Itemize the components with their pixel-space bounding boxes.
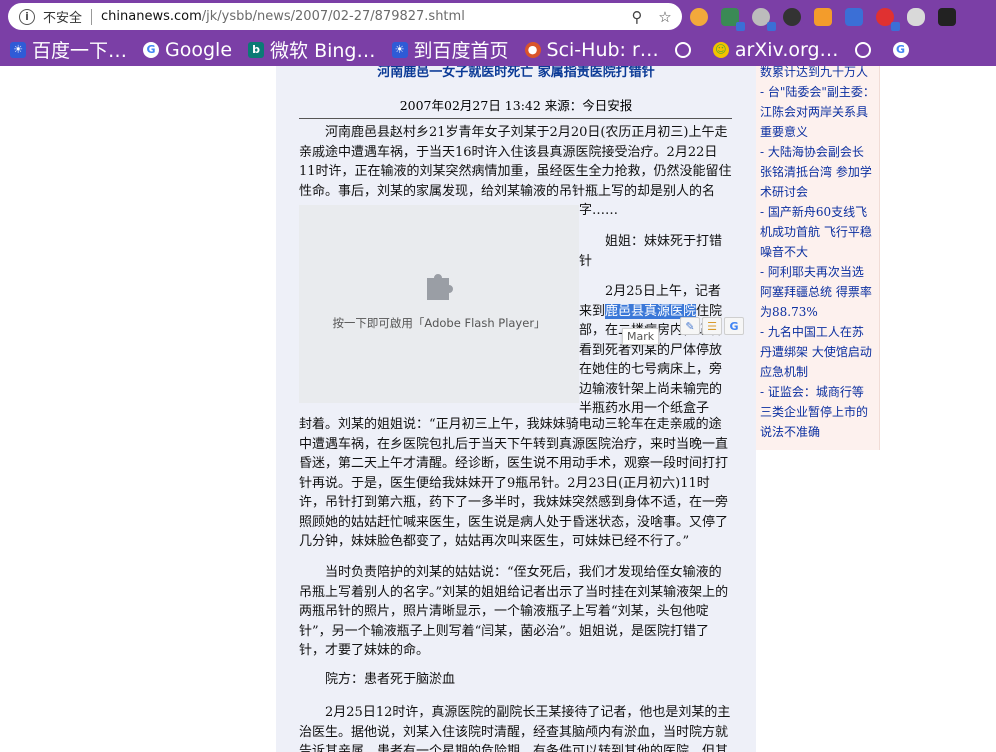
flash-enable-label: 按一下即可啟用「Adobe Flash Player」: [332, 316, 546, 330]
extensions-bar: [690, 4, 969, 31]
page-content: 河南鹿邑一女子就医时死亡 家属指责医院打错针 2007年02月27日 13:42…: [0, 66, 996, 752]
bing-icon: b: [248, 41, 265, 58]
grey-extension-icon[interactable]: [752, 8, 776, 31]
bookmarks-bar: ☀ 百度一下… G Google b 微软 Bing… ☀ 到百度首页 ● Sc…: [0, 33, 996, 66]
baidu-icon: ☀: [10, 41, 26, 58]
security-label[interactable]: 不安全: [43, 7, 82, 26]
google-icon: G: [143, 41, 160, 58]
bookmark-google[interactable]: G Google: [143, 39, 232, 61]
google-icon: G: [892, 41, 909, 58]
news-link[interactable]: - 证监会：城商行等三类企业暂停上市的说法不准确: [756, 382, 879, 442]
bookmark-globe-2[interactable]: [854, 41, 877, 58]
subhead-sister: 姐姐：妹妹死于打错针: [579, 234, 723, 269]
news-link[interactable]: - 九名中国工人在苏丹遭绑架 大使馆启动应急机制: [756, 322, 879, 382]
blue-extension-icon[interactable]: [845, 8, 863, 26]
paragraph-intro-tail: 字……: [579, 203, 619, 218]
browser-toolbar: i 不安全 chinanews.com/jk/ysbb/news/2007/02…: [0, 0, 996, 33]
subhead-hospital: 院方：患者死于脑淤血: [325, 672, 456, 687]
article-headline: 河南鹿邑一女子就医时死亡 家属指责医院打错针: [377, 66, 655, 80]
red-extension-icon[interactable]: [876, 8, 900, 31]
paragraph-aunt: 当时负责陪护的刘某的姑姑说：“侄女死后，我们才发现给侄女输液的吊瓶上写着别人的名…: [299, 565, 729, 658]
glasses-extension-icon[interactable]: [938, 8, 956, 26]
news-link[interactable]: 数累计达到九十万人: [756, 66, 879, 82]
article-meta: 2007年02月27日 13:42 来源：今日安报: [399, 98, 633, 113]
arxiv-icon: ☺: [712, 41, 729, 58]
plugin-puzzle-icon: [427, 274, 453, 300]
url-path: /jk/ysbb/news/2007/02-27/879827.shtml: [201, 9, 465, 24]
orange-extension-icon[interactable]: [814, 8, 832, 26]
news-link[interactable]: - 台"陆委会"副主委：江陈会对两岸关系具重要意义: [756, 82, 879, 142]
bookmark-globe[interactable]: [674, 41, 697, 58]
address-bar[interactable]: i 不安全 chinanews.com/jk/ysbb/news/2007/02…: [8, 3, 682, 30]
bookmark-google-2[interactable]: G: [892, 41, 915, 58]
bookmark-star-icon[interactable]: ☆: [654, 6, 676, 28]
selection-toolbar: ✎ ☰ G: [680, 317, 746, 335]
paragraph-sister-account: 封着。刘某的姐姐说：“正月初三上午，我妹妹骑电动三轮车在走亲戚的途中遭遇车祸，在…: [299, 417, 729, 549]
zoom-icon[interactable]: ⚲: [626, 6, 648, 28]
omnibox-divider: [91, 8, 93, 25]
comment-icon[interactable]: ☰: [702, 317, 722, 335]
flash-plugin-placeholder[interactable]: 按一下即可啟用「Adobe Flash Player」: [299, 205, 579, 403]
bookmark-arxiv[interactable]: ☺ arXiv.org…: [712, 39, 839, 61]
lightbulb-extension-icon[interactable]: [690, 8, 708, 26]
info-icon[interactable]: i: [19, 8, 35, 25]
globe-icon: [674, 41, 691, 58]
baidu-icon: ☀: [391, 41, 408, 58]
news-link[interactable]: - 大陆海协会副会长张铭清抵台湾 参加学术研讨会: [756, 142, 879, 202]
article: 河南鹿邑一女子就医时死亡 家属指责医院打错针 2007年02月27日 13:42…: [276, 66, 756, 752]
cloud-extension-icon[interactable]: [907, 8, 925, 26]
circle-c-extension-icon[interactable]: [783, 8, 801, 26]
pencil-icon[interactable]: ✎: [680, 317, 700, 335]
globe-icon: [854, 41, 871, 58]
paragraph-intro: 河南鹿邑县赵村乡21岁青年女子刘某于2月20日(农历正月初三)上午走亲戚途中遭遇…: [299, 125, 732, 199]
bookmark-baidu-home[interactable]: ☀ 到百度首页: [391, 36, 509, 63]
related-news-sidebar: 数累计达到九十万人 - 台"陆委会"副主委：江陈会对两岸关系具重要意义 - 大陆…: [756, 66, 880, 450]
bookmark-baidu[interactable]: ☀ 百度一下…: [10, 36, 127, 63]
mark-tooltip: Mark: [622, 328, 660, 345]
scihub-icon: ●: [524, 41, 541, 58]
news-link[interactable]: - 阿利耶夫再次当选阿塞拜疆总统 得票率为88.73%: [756, 262, 879, 322]
url-host: chinanews.com: [101, 9, 202, 24]
news-link[interactable]: - 国产新舟60支线飞机成功首航 飞行平稳噪音不大: [756, 202, 879, 262]
google-search-icon[interactable]: G: [724, 317, 744, 335]
paragraph-hospital-response: 2月25日12时许，真源医院的副院长王某接待了记者，他也是刘某的主治医生。据他说…: [299, 705, 731, 752]
green-extension-icon[interactable]: [721, 8, 745, 31]
bookmark-scihub[interactable]: ● Sci-Hub: r…: [524, 39, 659, 61]
headline-divider: [299, 118, 732, 119]
url-text[interactable]: chinanews.com/jk/ysbb/news/2007/02-27/87…: [101, 9, 626, 24]
paragraph-visit: 2月25日上午，记者来到鹿邑县真源医院住院部，在二楼病房内，记者看到死者刘某的尸…: [579, 282, 733, 419]
bookmark-bing[interactable]: b 微软 Bing…: [248, 36, 376, 63]
